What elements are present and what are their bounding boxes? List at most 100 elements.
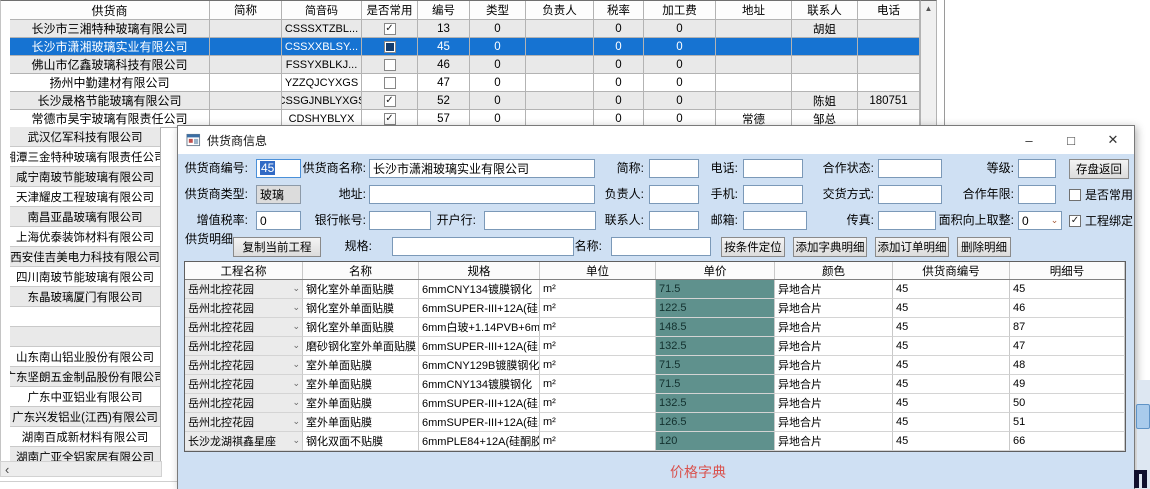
- supplier-type-field[interactable]: [256, 185, 301, 204]
- address-field[interactable]: [369, 185, 595, 204]
- grid-column-header[interactable]: 颜色: [775, 262, 893, 279]
- minimize-icon[interactable]: –: [1008, 126, 1050, 154]
- manager-field[interactable]: [649, 185, 699, 204]
- unit-price-cell[interactable]: 71.5: [656, 356, 775, 375]
- common-checkbox[interactable]: 是否常用: [1069, 185, 1133, 204]
- vertical-scrollbar[interactable]: ▲: [920, 0, 937, 127]
- supplier-column-header[interactable]: 是否常用: [362, 1, 418, 20]
- spec-filter-input[interactable]: [392, 237, 574, 256]
- supplier-row[interactable]: 佛山市亿鑫玻璃科技有限公司FSSYXBLKJ...46000: [10, 56, 920, 74]
- detail-grid-row[interactable]: 岳州北控花园⌄钢化室外单面贴膜6mmSUPER-III+12A(硅...m²12…: [185, 299, 1125, 318]
- supplier-column-header[interactable]: 简称: [210, 1, 282, 20]
- project-name-combobox[interactable]: 岳州北控花园⌄: [185, 375, 303, 394]
- project-name-combobox[interactable]: 岳州北控花园⌄: [185, 394, 303, 413]
- supplier-list-item[interactable]: 东晶玻璃厦门有限公司: [10, 287, 160, 307]
- common-flag-cell[interactable]: ✓: [362, 20, 418, 38]
- common-flag-cell[interactable]: [362, 56, 418, 74]
- grid-column-header[interactable]: 规格: [419, 262, 540, 279]
- unit-price-cell[interactable]: 132.5: [656, 394, 775, 413]
- save-return-button[interactable]: 存盘返回: [1069, 159, 1129, 179]
- supplier-list-item[interactable]: [10, 307, 160, 327]
- supplier-row[interactable]: 长沙市潇湘玻璃实业有限公司CSSXXBLSY...45000: [10, 38, 920, 56]
- supplier-row[interactable]: 长沙市三湘特种玻璃有限公司CSSSXTZBL...✓13000胡姐: [10, 20, 920, 38]
- grade-field[interactable]: [1018, 159, 1056, 178]
- vat-field[interactable]: [256, 211, 301, 230]
- locate-by-condition-button[interactable]: 按条件定位: [721, 237, 785, 257]
- common-flag-cell[interactable]: [362, 74, 418, 92]
- bank-field[interactable]: [369, 211, 431, 230]
- supplier-list-item[interactable]: 湖南百成新材料有限公司: [10, 427, 160, 447]
- grid-column-header[interactable]: 供货商编号: [893, 262, 1010, 279]
- supplier-column-header[interactable]: 加工费: [644, 1, 716, 20]
- detail-grid-row[interactable]: 岳州北控花园⌄室外单面贴膜6mmSUPER-III+12A(硅...m²126.…: [185, 413, 1125, 432]
- detail-grid-row[interactable]: 岳州北控花园⌄室外单面贴膜6mmCNY134镀膜钢化m²71.5异地合片4549: [185, 375, 1125, 394]
- project-name-combobox[interactable]: 岳州北控花园⌄: [185, 337, 303, 356]
- supplier-list-item[interactable]: 四川南玻节能玻璃有限公司: [10, 267, 160, 287]
- unit-price-cell[interactable]: 122.5: [656, 299, 775, 318]
- maximize-icon[interactable]: □: [1050, 126, 1092, 154]
- unit-price-cell[interactable]: 126.5: [656, 413, 775, 432]
- supplier-list-item[interactable]: 上海优泰装饰材料有限公司: [10, 227, 160, 247]
- unit-price-cell[interactable]: 132.5: [656, 337, 775, 356]
- unit-price-cell[interactable]: 120: [656, 432, 775, 451]
- project-name-combobox[interactable]: 岳州北控花园⌄: [185, 280, 303, 299]
- supplier-list-item[interactable]: 广东坚朗五金制品股份有限公司: [10, 367, 160, 387]
- detail-grid-row[interactable]: 岳州北控花园⌄钢化室外单面贴膜6mm白玻+1.14PVB+6mm...m²148…: [185, 318, 1125, 337]
- grid-column-header[interactable]: 名称: [303, 262, 419, 279]
- supplier-column-header[interactable]: 简音码: [282, 1, 362, 20]
- supplier-no-field[interactable]: 45: [256, 159, 301, 178]
- unit-price-cell[interactable]: 71.5: [656, 375, 775, 394]
- supplier-list-item[interactable]: 湖南广亚全铝家居有限公司: [10, 447, 160, 461]
- common-flag-cell[interactable]: ✓: [362, 92, 418, 110]
- supplier-column-header[interactable]: 税率: [594, 1, 644, 20]
- supplier-column-header[interactable]: 负责人: [526, 1, 594, 20]
- delivery-field[interactable]: [878, 185, 942, 204]
- scroll-up-icon[interactable]: ▲: [925, 1, 933, 16]
- dialog-titlebar[interactable]: 供货商信息 – □ ✕: [178, 126, 1134, 154]
- supplier-list-item[interactable]: 西安佳吉美电力科技有限公司: [10, 247, 160, 267]
- area-round-select[interactable]: 0 ⌄: [1018, 211, 1062, 230]
- horizontal-scrollbar[interactable]: ‹: [0, 461, 162, 477]
- project-name-combobox[interactable]: 岳州北控花园⌄: [185, 299, 303, 318]
- email-field[interactable]: [743, 211, 807, 230]
- add-order-detail-button[interactable]: 添加订单明细: [875, 237, 949, 257]
- unit-price-cell[interactable]: 148.5: [656, 318, 775, 337]
- supplier-list-item[interactable]: 武汉亿军科技有限公司: [10, 127, 160, 147]
- project-name-combobox[interactable]: 长沙龙湖祺鑫星座⌄: [185, 432, 303, 451]
- delete-detail-button[interactable]: 删除明细: [957, 237, 1011, 257]
- mobile-field[interactable]: [743, 185, 803, 204]
- supplier-list-item[interactable]: 咸宁南玻节能玻璃有限公司: [10, 167, 160, 187]
- grid-column-header[interactable]: 单价: [656, 262, 775, 279]
- supplier-column-header[interactable]: 类型: [470, 1, 526, 20]
- supplier-name-field[interactable]: [369, 159, 595, 178]
- name-filter-input[interactable]: [611, 237, 711, 256]
- close-icon[interactable]: ✕: [1092, 126, 1134, 154]
- scroll-left-icon[interactable]: ‹: [5, 463, 9, 476]
- coop-status-field[interactable]: [878, 159, 942, 178]
- supplier-list-item[interactable]: 天津耀皮工程玻璃有限公司: [10, 187, 160, 207]
- supplier-list-item[interactable]: 南昌亚晶玻璃有限公司: [10, 207, 160, 227]
- add-dict-detail-button[interactable]: 添加字典明细: [793, 237, 867, 257]
- supplier-column-header[interactable]: 电话: [858, 1, 920, 20]
- supplier-row[interactable]: 扬州中勤建材有限公司YZZQJCYXGS47000: [10, 74, 920, 92]
- project-name-combobox[interactable]: 岳州北控花园⌄: [185, 318, 303, 337]
- copy-project-button[interactable]: 复制当前工程: [233, 237, 321, 257]
- detail-grid-row[interactable]: 长沙龙湖祺鑫星座⌄钢化双面不贴膜6mmPLE84+12A(硅酮胶...m²120…: [185, 432, 1125, 451]
- fax-field[interactable]: [878, 211, 936, 230]
- phone-field[interactable]: [743, 159, 803, 178]
- detail-grid-row[interactable]: 岳州北控花园⌄室外单面贴膜6mmSUPER-III+12A(硅...m²132.…: [185, 394, 1125, 413]
- contact-field[interactable]: [649, 211, 699, 230]
- supplier-column-header[interactable]: 地址: [716, 1, 792, 20]
- project-bind-checkbox[interactable]: ✓ 工程绑定: [1069, 211, 1133, 230]
- coop-years-field[interactable]: [1018, 185, 1056, 204]
- supplier-list-item[interactable]: 广东中亚铝业有限公司: [10, 387, 160, 407]
- project-name-combobox[interactable]: 岳州北控花园⌄: [185, 413, 303, 432]
- supplier-list-item[interactable]: 山东南山铝业股份有限公司: [10, 347, 160, 367]
- detail-grid-row[interactable]: 岳州北控花园⌄钢化室外单面贴膜6mmCNY134镀膜钢化m²71.5异地合片45…: [185, 280, 1125, 299]
- supplier-column-header[interactable]: 编号: [418, 1, 470, 20]
- detail-grid-row[interactable]: 岳州北控花园⌄磨砂钢化室外单面贴膜6mmSUPER-III+12A(硅...m²…: [185, 337, 1125, 356]
- supplier-list-item[interactable]: 湘潭三金特种玻璃有限责任公司: [10, 147, 160, 167]
- supplier-column-header[interactable]: 联系人: [792, 1, 858, 20]
- branch-field[interactable]: [484, 211, 596, 230]
- short-name-field[interactable]: [649, 159, 699, 178]
